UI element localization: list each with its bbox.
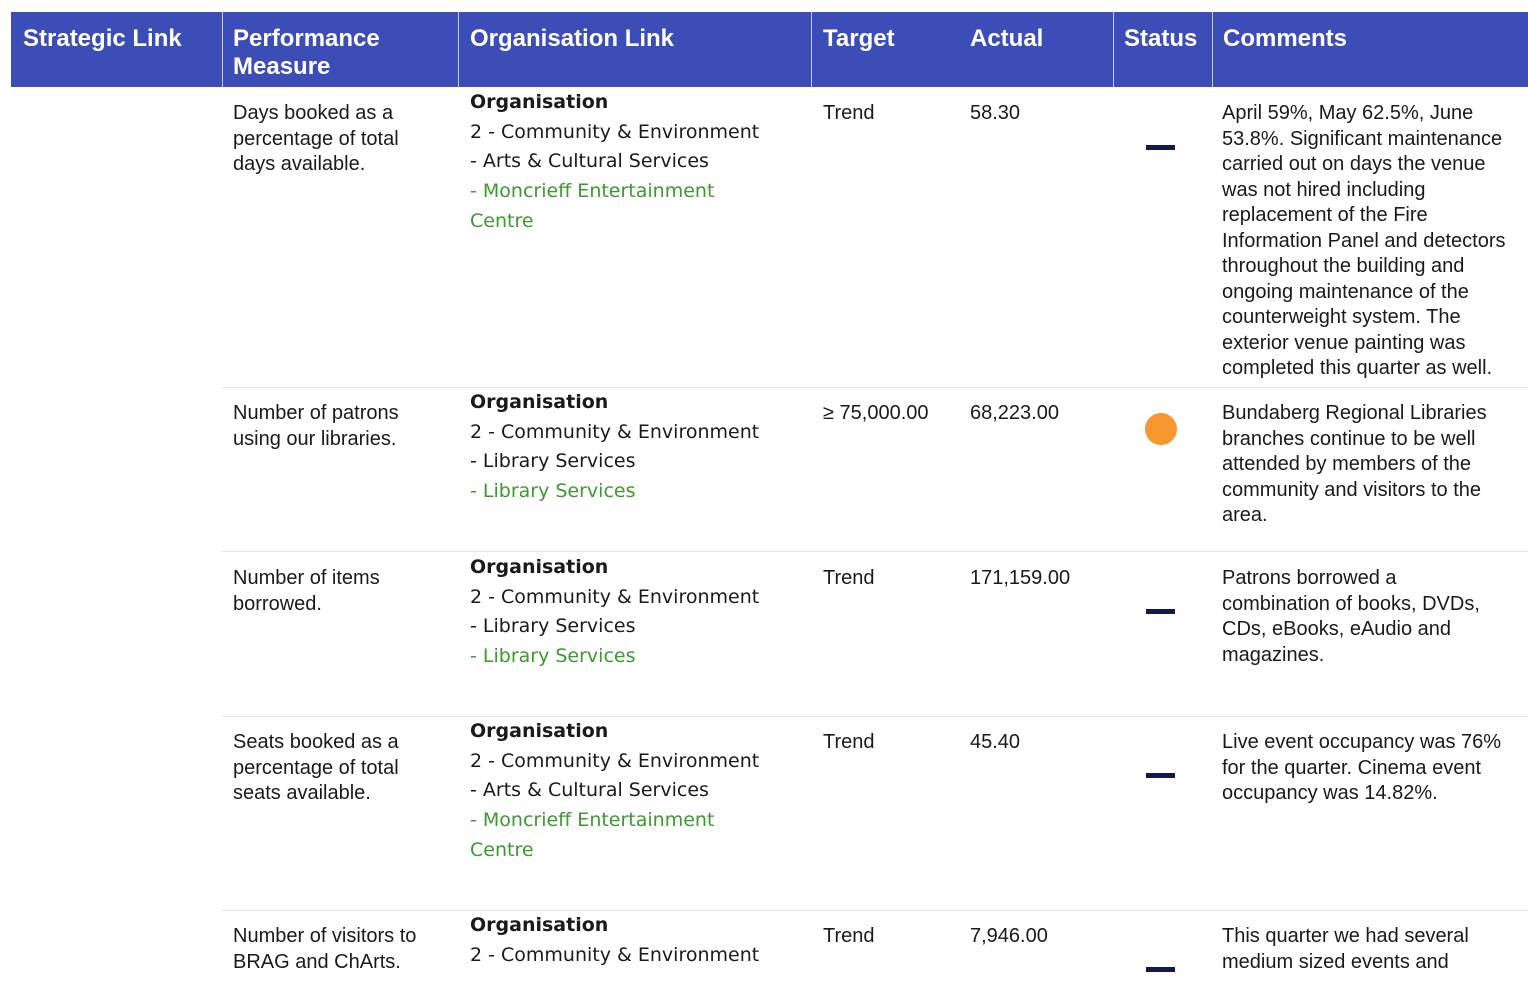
performance-measure: Number of visitors to BRAG and ChArts. [233,925,417,973]
header-divider [1113,12,1114,87]
header-organisation-link: Organisation Link [470,25,675,52]
organisation-path: 2 - Community & Environment [470,943,760,966]
header-divider [811,12,812,87]
comments-text: Patrons borrowed a combination of books,… [1222,567,1480,666]
organisation-title: Organisation [470,914,609,936]
dash-trend-icon [1146,609,1175,614]
performance-measure: Days booked as a percentage of total day… [233,102,399,175]
organisation-title: Organisation [470,556,609,578]
actual-value: 7,946.00 [970,925,1048,947]
organisation-title: Organisation [470,391,609,413]
organisation-unit-link[interactable]: - Library Services [470,642,805,672]
target-value: Trend [823,925,875,947]
organisation-path: 2 - Community & Environment - Arts & Cul… [470,749,760,802]
header-strategic-link: Strategic Link [23,25,182,52]
organisation-path: 2 - Community & Environment - Arts & Cul… [470,120,760,173]
orange-circle-status-icon [1145,413,1177,445]
row-divider [222,716,1528,717]
comments-text: Bundaberg Regional Libraries branches co… [1222,402,1487,526]
actual-value: 58.30 [970,102,1021,124]
organisation-link: Organisation 2 - Community & Environment… [470,717,805,866]
header-status: Status [1124,25,1198,52]
organisation-unit-link[interactable]: - Moncrieff Entertainment Centre [470,177,805,236]
row-divider [222,910,1528,911]
comments-text: Live event occupancy was 76% for the qua… [1222,731,1502,804]
header-target: Target [823,25,895,52]
organisation-unit-link[interactable]: - Moncrieff Entertainment Centre [470,806,805,865]
organisation-path: 2 - Community & Environment - Library Se… [470,585,760,638]
organisation-link: Organisation 2 - Community & Environment… [470,388,805,507]
organisation-link: Organisation 2 - Community & Environment [470,911,805,970]
target-value: Trend [823,731,875,753]
target-value: ≥ 75,000.00 [823,402,929,424]
header-divider [222,12,223,87]
header-performance-measure: Performance Measure [233,25,380,80]
dash-trend-icon [1146,145,1175,150]
header-comments: Comments [1223,25,1348,52]
header-divider [1212,12,1213,87]
dash-trend-icon [1146,773,1175,778]
organisation-title: Organisation [470,91,609,113]
header-divider [458,12,459,87]
performance-measure: Number of items borrowed. [233,567,380,615]
organisation-path: 2 - Community & Environment - Library Se… [470,420,760,473]
target-value: Trend [823,102,875,124]
organisation-unit-link[interactable]: - Library Services [470,477,805,507]
performance-measure: Seats booked as a percentage of total se… [233,731,399,804]
actual-value: 45.40 [970,731,1021,753]
organisation-link: Organisation 2 - Community & Environment… [470,88,805,237]
header-actual: Actual [970,25,1044,52]
organisation-title: Organisation [470,720,609,742]
comments-text: This quarter we had several medium sized… [1222,925,1469,973]
organisation-link: Organisation 2 - Community & Environment… [470,553,805,672]
actual-value: 68,223.00 [970,402,1059,424]
comments-text: April 59%, May 62.5%, June 53.8%. Signif… [1222,102,1506,379]
row-divider [222,387,1528,388]
performance-measure: Number of patrons using our libraries. [233,402,399,450]
target-value: Trend [823,567,875,589]
table-header: Strategic Link Performance Measure Organ… [11,12,1528,87]
row-divider [222,551,1528,552]
actual-value: 171,159.00 [970,567,1071,589]
dash-trend-icon [1146,967,1175,972]
